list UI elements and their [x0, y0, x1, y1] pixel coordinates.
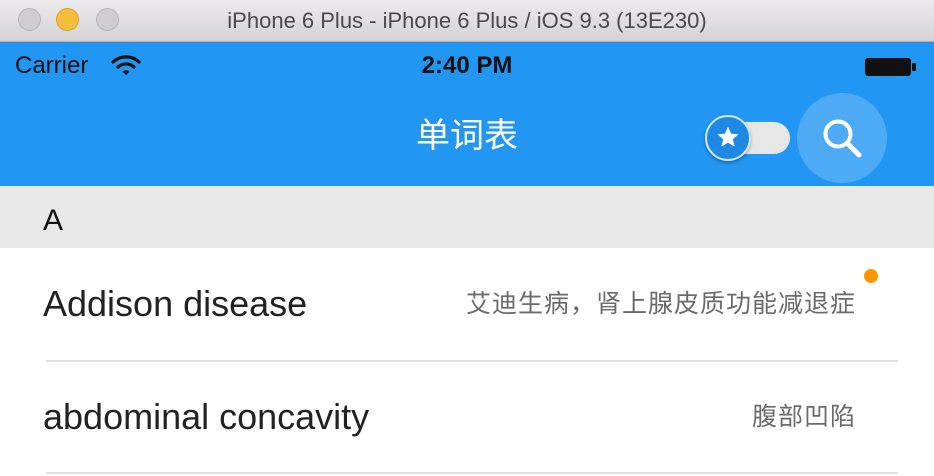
row-divider — [46, 472, 898, 474]
search-icon — [823, 119, 862, 158]
section-header: A — [0, 186, 934, 248]
unread-dot — [864, 269, 878, 283]
meaning-label: 腹部凹陷 — [751, 403, 856, 431]
word-label: abdominal concavity — [43, 396, 370, 437]
wifi-icon — [111, 55, 141, 75]
word-label: Addison disease — [43, 283, 308, 324]
list-item[interactable]: Addison disease 艾迪生病，肾上腺皮质功能减退症 — [0, 248, 934, 360]
search-button[interactable] — [797, 93, 887, 183]
window-title: iPhone 6 Plus - iPhone 6 Plus / iOS 9.3 … — [227, 8, 707, 33]
page-title: 单词表 — [416, 117, 518, 155]
favorites-toggle-thumb[interactable] — [705, 115, 751, 161]
meaning-label: 艾迪生病，肾上腺皮质功能减退症 — [465, 290, 856, 318]
list-item[interactable]: abdominal concavity 腹部凹陷 — [0, 362, 934, 472]
section-letter: A — [43, 204, 64, 237]
window-titlebar: iPhone 6 Plus - iPhone 6 Plus / iOS 9.3 … — [0, 0, 934, 42]
star-icon — [717, 126, 739, 147]
nav-bar: 单词表 — [0, 90, 934, 186]
battery-icon — [865, 58, 916, 76]
